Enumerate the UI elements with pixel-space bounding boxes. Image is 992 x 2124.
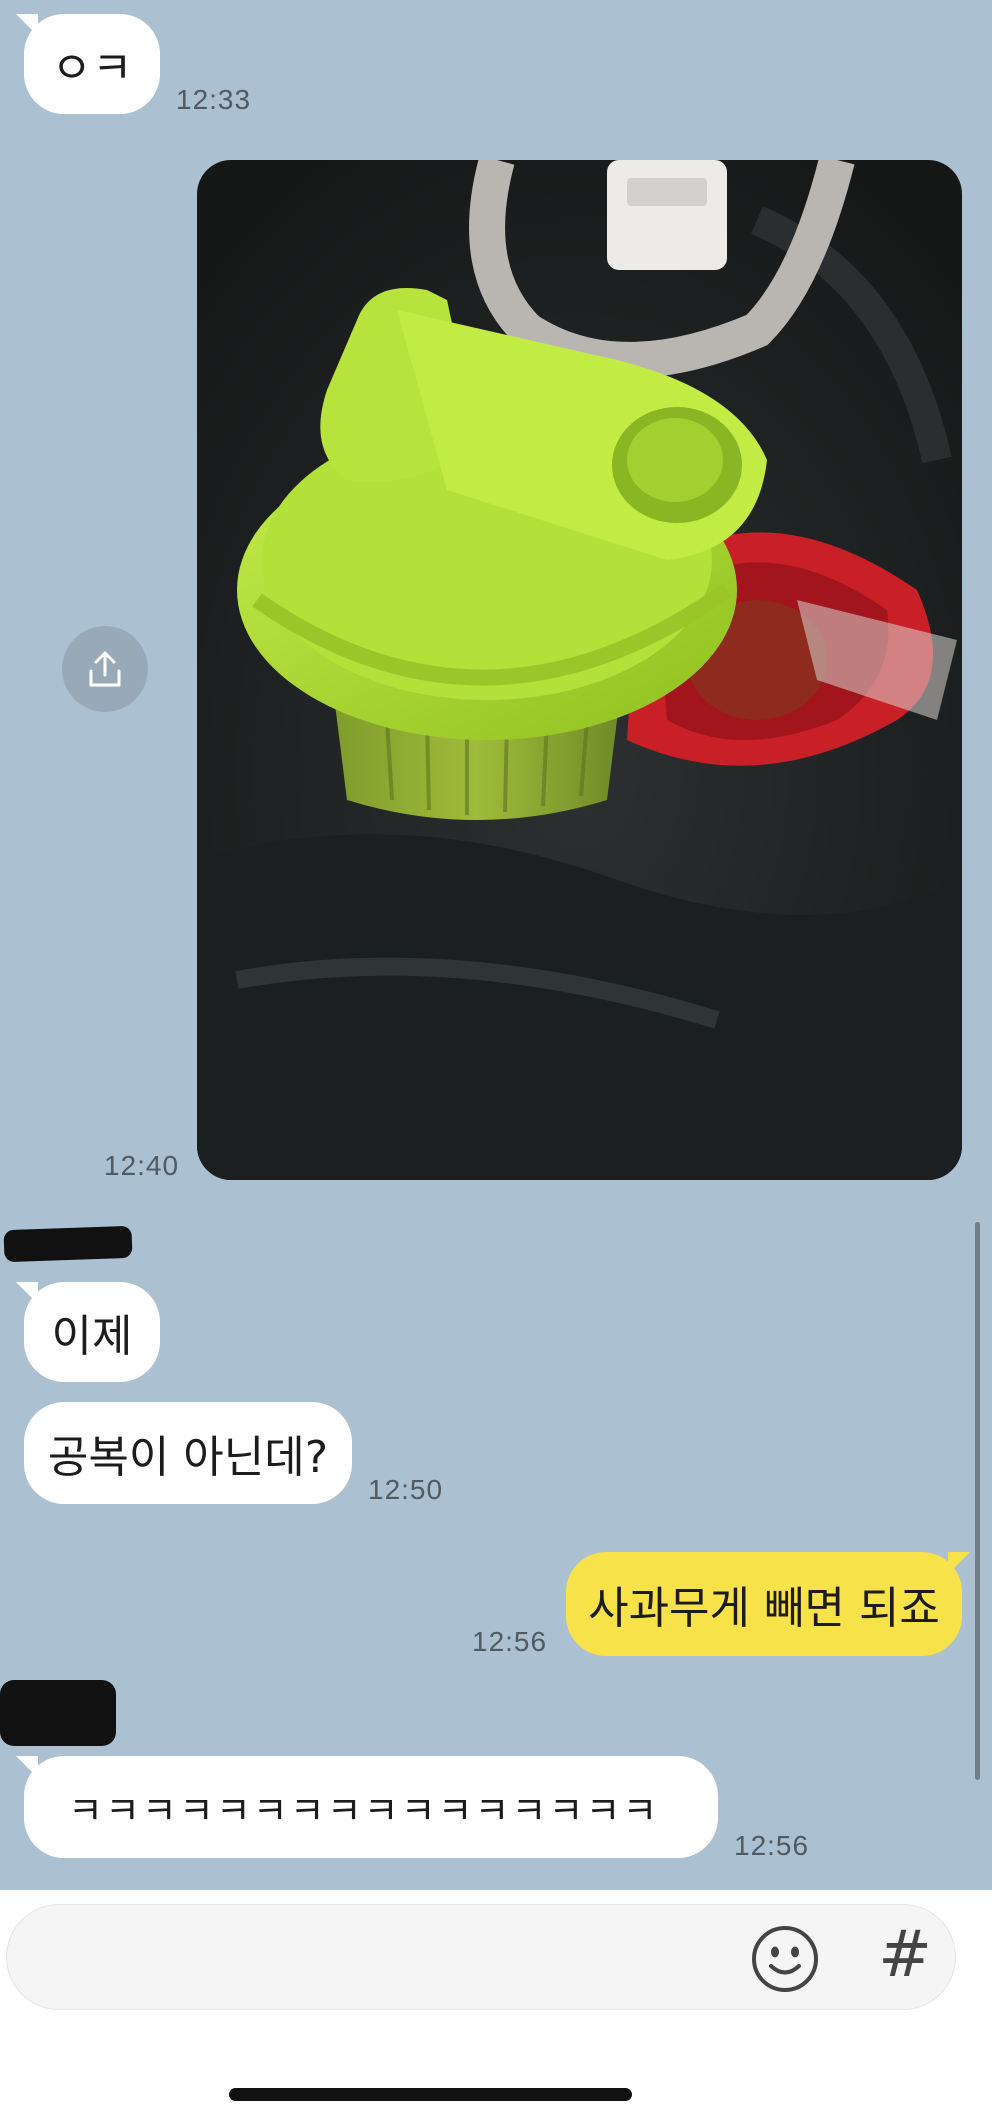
message-time: 12:40: [104, 1150, 180, 1181]
sender-avatar-redacted: [3, 1225, 133, 1263]
message-text: ㅇㅋ: [51, 43, 133, 94]
emoji-smile-icon: [752, 1926, 818, 1992]
sender-avatar-redacted: [0, 1680, 116, 1746]
message-text: 사과무게 빼면 되죠: [588, 1583, 940, 1634]
hashtag-button[interactable]: #: [869, 1915, 941, 1995]
message-time: 12:56: [734, 1830, 810, 1861]
photo-message[interactable]: [197, 160, 962, 1180]
share-button[interactable]: [62, 626, 148, 712]
message-bubble-incoming[interactable]: 공복이 아닌데?: [24, 1402, 352, 1504]
message-text: 공복이 아닌데?: [47, 1432, 329, 1483]
message-bubble-incoming[interactable]: ㅋㅋㅋㅋㅋㅋㅋㅋㅋㅋㅋㅋㅋㅋㅋㅋ: [16, 1756, 718, 1858]
message-bubble-outgoing[interactable]: 사과무게 빼면 되죠: [566, 1552, 970, 1656]
message-input-container: #: [6, 1904, 956, 2010]
emoji-button[interactable]: [749, 1923, 821, 1995]
message-time: 12:33: [176, 84, 252, 115]
message-bubble-incoming[interactable]: ㅇㅋ: [16, 14, 160, 114]
message-bubble-incoming[interactable]: 이제: [16, 1282, 160, 1382]
home-indicator: [229, 2088, 632, 2101]
message-time: 12:56: [472, 1626, 548, 1657]
message-time: 12:50: [368, 1474, 444, 1505]
hashtag-icon: #: [878, 1918, 932, 1992]
message-text: 이제: [51, 1311, 133, 1362]
message-composer: #: [0, 1890, 992, 2124]
photo-image: [197, 160, 962, 1180]
message-input[interactable]: [43, 1927, 727, 1989]
share-icon: [89, 651, 121, 687]
chat-scrollbar[interactable]: [975, 1222, 980, 1780]
message-text: ㅋㅋㅋㅋㅋㅋㅋㅋㅋㅋㅋㅋㅋㅋㅋㅋ: [68, 1788, 660, 1833]
